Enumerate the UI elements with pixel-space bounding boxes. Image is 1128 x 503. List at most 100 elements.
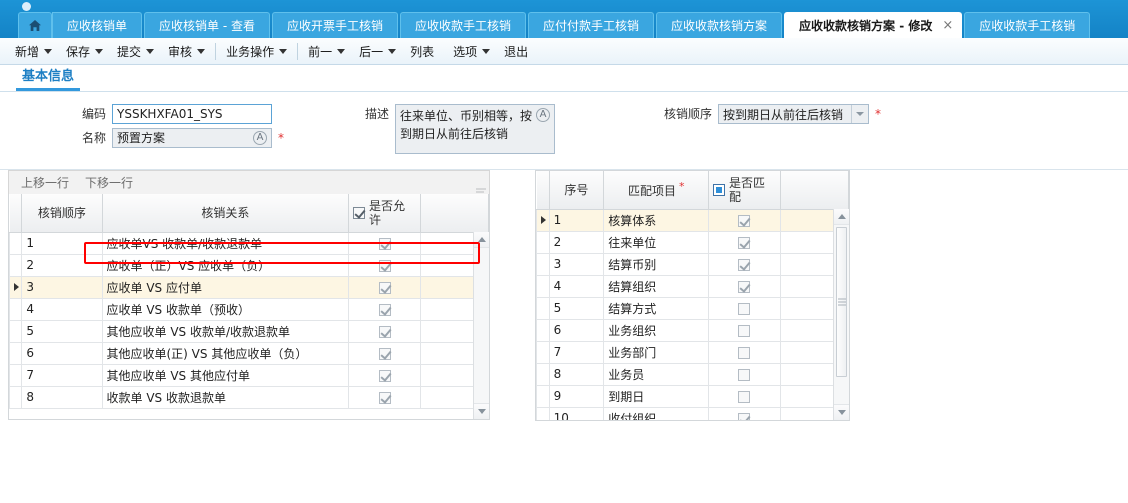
table-row[interactable]: 10 收付组织 (536, 407, 849, 420)
select-all-checkbox[interactable] (713, 183, 725, 196)
chevron-down-icon[interactable] (197, 48, 206, 54)
table-row[interactable]: 8 收款单 VS 收款退款单 (9, 386, 489, 409)
window-tab-2[interactable]: 应收开票手工核销 (271, 12, 398, 38)
scroll-up-button[interactable] (834, 209, 849, 225)
toolbar-button-previous[interactable]: 前一 (301, 41, 352, 62)
left-grid-scrollbar[interactable] (473, 232, 489, 419)
cell-match[interactable] (708, 231, 781, 254)
cell-match[interactable] (708, 407, 781, 420)
window-tab-3[interactable]: 应收收款手工核销 (400, 12, 527, 38)
allow-checkbox[interactable] (378, 259, 391, 272)
cell-match[interactable] (708, 385, 781, 408)
cell-allow[interactable] (348, 232, 422, 255)
allow-checkbox[interactable] (378, 369, 391, 382)
cell-allow[interactable] (348, 364, 422, 387)
chevron-down-icon[interactable] (279, 48, 288, 54)
table-row[interactable]: 1 应收单VS 收款单/收款退款单 (9, 232, 489, 255)
chevron-down-icon[interactable] (146, 48, 155, 54)
match-checkbox[interactable] (738, 258, 751, 271)
toolbar-button-list[interactable]: 列表 (403, 41, 446, 62)
table-row-selected[interactable]: 1 核算体系 (536, 209, 849, 232)
cell-allow[interactable] (348, 298, 422, 321)
match-checkbox[interactable] (738, 390, 751, 403)
table-row[interactable]: 7 业务部门 (536, 341, 849, 364)
chevron-down-icon[interactable] (44, 48, 53, 54)
scroll-down-button[interactable] (834, 404, 849, 420)
scroll-down-button[interactable] (474, 403, 489, 419)
close-icon[interactable]: × (942, 19, 953, 32)
match-checkbox[interactable] (738, 324, 751, 337)
window-tab-4[interactable]: 应付付款手工核销 (528, 12, 655, 38)
column-header-seq[interactable]: 核销顺序 (21, 194, 103, 233)
window-tab-0[interactable]: 应收核销单 (52, 12, 143, 38)
toolbar-button-new[interactable]: 新增 (8, 41, 59, 62)
cell-match[interactable] (708, 363, 781, 386)
column-header-blank[interactable] (420, 194, 489, 233)
column-header-seq[interactable]: 序号 (548, 171, 605, 210)
column-header-relation[interactable]: 核销关系 (101, 194, 350, 233)
table-row[interactable]: 2 往来单位 (536, 231, 849, 254)
description-textarea[interactable]: 往来单位、币别相等，按到期日从前往后核销 A (395, 104, 555, 154)
allow-checkbox[interactable] (378, 303, 391, 316)
writeoff-order-select[interactable]: 按到期日从前往后核销 (718, 104, 869, 124)
cell-match[interactable] (708, 209, 781, 232)
window-tab-1[interactable]: 应收核销单 - 查看 (144, 12, 270, 38)
table-row[interactable]: 5 其他应收单 VS 收款单/收款退款单 (9, 320, 489, 343)
toolbar-button-save[interactable]: 保存 (59, 41, 110, 62)
cell-allow[interactable] (348, 276, 422, 299)
toolbar-button-submit[interactable]: 提交 (110, 41, 161, 62)
cell-match[interactable] (708, 297, 781, 320)
tab-basic-info[interactable]: 基本信息 (16, 65, 81, 91)
match-checkbox[interactable] (738, 412, 751, 420)
home-button[interactable] (18, 12, 52, 38)
table-row[interactable]: 4 结算组织 (536, 275, 849, 298)
table-row[interactable]: 5 结算方式 (536, 297, 849, 320)
scroll-up-button[interactable] (474, 232, 489, 248)
table-row[interactable]: 7 其他应收单 VS 其他应付单 (9, 364, 489, 387)
select-all-checkbox[interactable] (353, 206, 365, 219)
cell-allow[interactable] (348, 386, 422, 409)
chevron-down-icon[interactable] (851, 105, 868, 123)
match-checkbox[interactable] (738, 302, 751, 315)
name-input[interactable]: 预置方案 A (112, 128, 272, 148)
multilang-icon[interactable]: A (536, 108, 550, 122)
window-tab-7[interactable]: 应收收款手工核销 (964, 12, 1091, 38)
allow-checkbox[interactable] (378, 237, 391, 250)
right-grid-scrollbar[interactable] (833, 209, 849, 420)
toolbar-button-exit[interactable]: 退出 (497, 41, 540, 62)
window-tab-5[interactable]: 应收收款核销方案 (656, 12, 783, 38)
match-checkbox[interactable] (738, 214, 751, 227)
move-down-button[interactable]: 下移一行 (77, 174, 141, 191)
table-row[interactable]: 4 应收单 VS 收款单（预收） (9, 298, 489, 321)
cell-match[interactable] (708, 275, 781, 298)
move-up-button[interactable]: 上移一行 (13, 174, 77, 191)
toolbar-button-business-ops[interactable]: 业务操作 (219, 41, 294, 62)
cell-match[interactable] (708, 253, 781, 276)
chevron-down-icon[interactable] (388, 48, 397, 54)
allow-checkbox[interactable] (378, 325, 391, 338)
toolbar-button-options[interactable]: 选项 (446, 41, 497, 62)
allow-checkbox[interactable] (378, 347, 391, 360)
table-row[interactable]: 2 应收单（正）VS 应收单（负） (9, 254, 489, 277)
table-row[interactable]: 9 到期日 (536, 385, 849, 408)
toolbar-button-audit[interactable]: 审核 (161, 41, 212, 62)
code-input[interactable]: YSSKHXFA01_SYS (112, 104, 272, 124)
table-row-selected[interactable]: 3 应收单 VS 应付单 (9, 276, 489, 299)
chevron-down-icon[interactable] (337, 48, 346, 54)
toolbar-button-next[interactable]: 后一 (352, 41, 403, 62)
chevron-down-icon[interactable] (95, 48, 104, 54)
resize-handle-icon[interactable] (476, 184, 486, 193)
allow-checkbox[interactable] (378, 281, 391, 294)
match-checkbox[interactable] (738, 368, 751, 381)
match-checkbox[interactable] (738, 280, 751, 293)
scrollbar-thumb[interactable] (836, 227, 847, 377)
cell-allow[interactable] (348, 254, 422, 277)
column-header-allow[interactable]: 是否允许 (348, 194, 422, 233)
cell-match[interactable] (708, 341, 781, 364)
chevron-down-icon[interactable] (482, 48, 491, 54)
column-header-is-match[interactable]: 是否匹配 (708, 171, 781, 210)
column-header-blank[interactable] (779, 171, 849, 210)
multilang-icon[interactable]: A (253, 131, 267, 145)
match-checkbox[interactable] (738, 346, 751, 359)
column-header-match-item[interactable]: 匹配项目 * (603, 171, 710, 210)
